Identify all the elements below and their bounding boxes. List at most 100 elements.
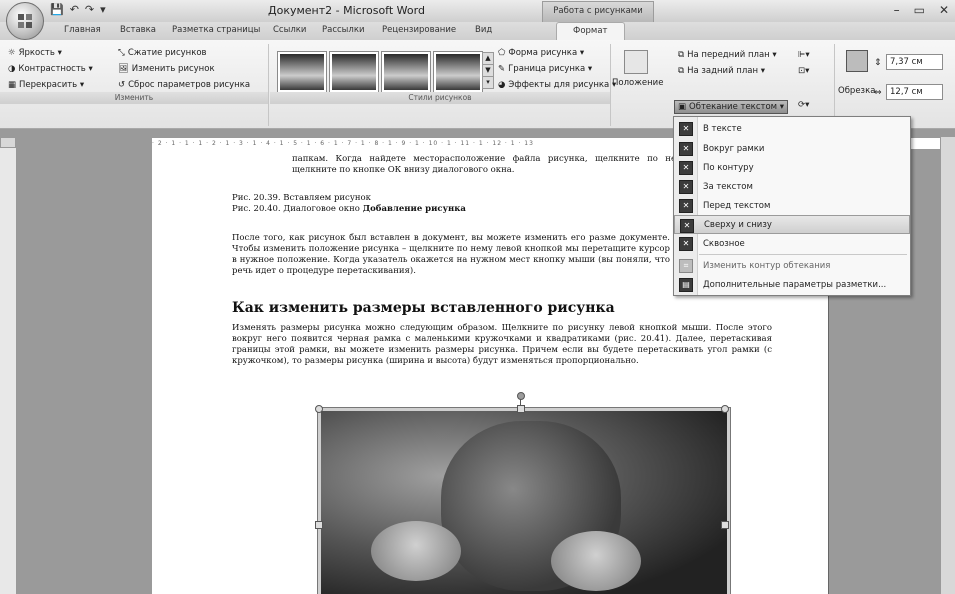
tab-references[interactable]: Ссылки xyxy=(273,25,306,35)
menu-item-tight[interactable]: ✕ По контуру xyxy=(674,158,910,177)
contrast-icon: ◑ xyxy=(8,64,16,74)
window-controls: – ▭ ✕ xyxy=(894,3,949,17)
reset-picture-button[interactable]: ↺ Сброс параметров рисунка xyxy=(118,80,250,90)
menu-item-inline[interactable]: ✕ В тексте xyxy=(674,119,910,138)
picture-effects-label: Эффекты для рисунка ▾ xyxy=(508,80,617,90)
tab-page-layout[interactable]: Разметка страницы xyxy=(172,25,260,35)
picture-shape-button[interactable]: ⬠ Форма рисунка ▾ xyxy=(498,48,584,58)
menu-item-label: Сквозное xyxy=(703,238,745,249)
wrap-text-menu: ✕ В тексте ✕ Вокруг рамки ✕ По контуру ✕… xyxy=(673,116,911,296)
picture-style-3[interactable] xyxy=(382,52,430,92)
brightness-label: Яркость ▾ xyxy=(18,48,62,58)
rotation-handle[interactable] xyxy=(517,392,525,400)
shape-icon: ⬠ xyxy=(498,48,506,58)
resize-handle-top-left[interactable] xyxy=(315,405,323,413)
redo-icon[interactable]: ↷ xyxy=(85,3,94,16)
resize-handle-right[interactable] xyxy=(721,521,729,529)
styles-more[interactable]: ▾ xyxy=(482,76,494,89)
picture-style-2[interactable] xyxy=(330,52,378,92)
change-picture-button[interactable]: 🖼 Изменить рисунок xyxy=(118,64,215,74)
caption-2-bold: Добавление рисунка xyxy=(362,204,466,214)
resize-handle-left[interactable] xyxy=(315,521,323,529)
brightness-icon: ☼ xyxy=(8,48,16,58)
picture-tools-context-title: Работа с рисунками xyxy=(542,1,654,22)
picture-styles-group: ▲ ▼ ▾ ⬠ Форма рисунка ▾ ✎ Граница рисунк… xyxy=(270,44,616,126)
tab-view[interactable]: Вид xyxy=(475,25,492,35)
reset-picture-label: Сброс параметров рисунка xyxy=(128,80,251,90)
caption-1: Рис. 20.39. Вставляем рисунок xyxy=(232,193,371,203)
menu-item-behind-text[interactable]: ✕ За текстом xyxy=(674,177,910,196)
effects-icon: ◕ xyxy=(498,80,506,90)
height-field[interactable]: 7,37 см xyxy=(886,54,943,70)
bring-front-icon: ⧉ xyxy=(678,50,685,60)
picture-style-1[interactable] xyxy=(278,52,326,92)
office-button[interactable] xyxy=(6,2,44,40)
ruler-corner[interactable] xyxy=(0,137,16,148)
width-field[interactable]: 12,7 см xyxy=(886,84,943,100)
send-back-icon: ⧉ xyxy=(678,66,685,76)
resize-handle-top-right[interactable] xyxy=(721,405,729,413)
recolor-icon: ▦ xyxy=(8,80,17,90)
quick-access-toolbar: 💾 ↶ ↷ ▾ xyxy=(50,3,106,16)
menu-item-edit-wrap-points[interactable]: ⌗ Изменить контур обтекания xyxy=(674,256,910,275)
tab-review[interactable]: Рецензирование xyxy=(382,25,456,35)
tab-insert[interactable]: Вставка xyxy=(120,25,156,35)
contrast-button[interactable]: ◑ Контрастность ▾ xyxy=(8,64,93,74)
vertical-ruler[interactable] xyxy=(0,148,17,594)
more-layout-icon: ▤ xyxy=(679,278,693,292)
tab-home[interactable]: Главная xyxy=(64,25,101,35)
menu-item-label: За текстом xyxy=(703,181,753,192)
rotate-icon[interactable]: ⟳▾ xyxy=(798,100,809,110)
minimize-button[interactable]: – xyxy=(894,3,900,17)
tight-wrap-icon: ✕ xyxy=(679,161,693,175)
resize-handle-top[interactable] xyxy=(517,405,525,413)
brightness-button[interactable]: ☼ Яркость ▾ xyxy=(8,48,62,58)
menu-item-square[interactable]: ✕ Вокруг рамки xyxy=(674,139,910,158)
picture-fish-right xyxy=(551,531,641,591)
compress-pictures-button[interactable]: ⤡ Сжатие рисунков xyxy=(118,48,207,58)
menu-item-more-layout[interactable]: ▤ Дополнительные параметры разметки... xyxy=(674,275,910,294)
menu-item-in-front[interactable]: ✕ Перед текстом xyxy=(674,196,910,215)
word-window: 💾 ↶ ↷ ▾ Документ2 - Microsoft Word Работ… xyxy=(0,0,955,594)
paragraph-2: После того, как рисунок был вставлен в д… xyxy=(232,233,670,276)
caption-2-prefix: Рис. 20.40. Диалоговое окно xyxy=(232,204,363,214)
adjust-group-label: Изменить xyxy=(0,92,268,104)
picture-border-button[interactable]: ✎ Граница рисунка ▾ xyxy=(498,64,592,74)
recolor-button[interactable]: ▦ Перекрасить ▾ xyxy=(8,80,84,90)
picture-style-4[interactable] xyxy=(434,52,482,92)
caption-2: Рис. 20.40. Диалоговое окно Добавление р… xyxy=(232,204,672,215)
title-bar: 💾 ↶ ↷ ▾ Документ2 - Microsoft Word Работ… xyxy=(0,0,955,23)
size-group: Обрезка ⇕ 7,37 см ⇔ 12,7 см xyxy=(836,44,955,126)
section-heading: Как изменить размеры вставленного рисунк… xyxy=(232,300,615,316)
crop-label: Обрезка xyxy=(838,86,876,96)
height-icon: ⇕ xyxy=(874,58,882,68)
align-icon[interactable]: ⊫▾ xyxy=(798,50,810,60)
menu-item-top-bottom[interactable]: ✕ Сверху и снизу xyxy=(674,215,910,234)
bring-to-front-button[interactable]: ⧉ На передний план ▾ xyxy=(678,50,777,60)
picture-effects-button[interactable]: ◕ Эффекты для рисунка ▾ xyxy=(498,80,616,90)
picture-styles-group-label: Стили рисунков xyxy=(270,92,610,104)
vertical-scrollbar[interactable] xyxy=(940,137,955,594)
crop-icon xyxy=(846,50,868,72)
tab-mailings[interactable]: Рассылки xyxy=(322,25,364,35)
maximize-button[interactable]: ▭ xyxy=(914,3,925,17)
wrap-text-icon: ▣ xyxy=(678,102,687,112)
compress-icon: ⤡ xyxy=(118,48,125,58)
crop-button[interactable]: Обрезка xyxy=(838,86,875,96)
group-icon[interactable]: ⊡▾ xyxy=(798,66,809,76)
close-button[interactable]: ✕ xyxy=(939,3,949,17)
picture-shape-label: Форма рисунка ▾ xyxy=(508,48,585,58)
send-to-back-button[interactable]: ⧉ На задний план ▾ xyxy=(678,66,765,76)
qat-dropdown-icon[interactable]: ▾ xyxy=(100,3,106,16)
window-title: Документ2 - Microsoft Word xyxy=(268,4,425,17)
selected-picture[interactable] xyxy=(318,408,730,594)
position-button[interactable]: Положение xyxy=(612,78,663,88)
width-value: 12,7 см xyxy=(890,87,923,97)
paragraph-3: Изменять размеры рисунка можно следующим… xyxy=(232,323,772,366)
change-picture-icon: 🖼 xyxy=(118,64,129,74)
save-icon[interactable]: 💾 xyxy=(50,3,64,16)
menu-item-label: В тексте xyxy=(703,123,742,134)
undo-icon[interactable]: ↶ xyxy=(70,3,79,16)
wrap-text-button[interactable]: ▣ Обтекание текстом ▾ xyxy=(674,100,789,114)
menu-item-through[interactable]: ✕ Сквозное xyxy=(674,234,910,253)
